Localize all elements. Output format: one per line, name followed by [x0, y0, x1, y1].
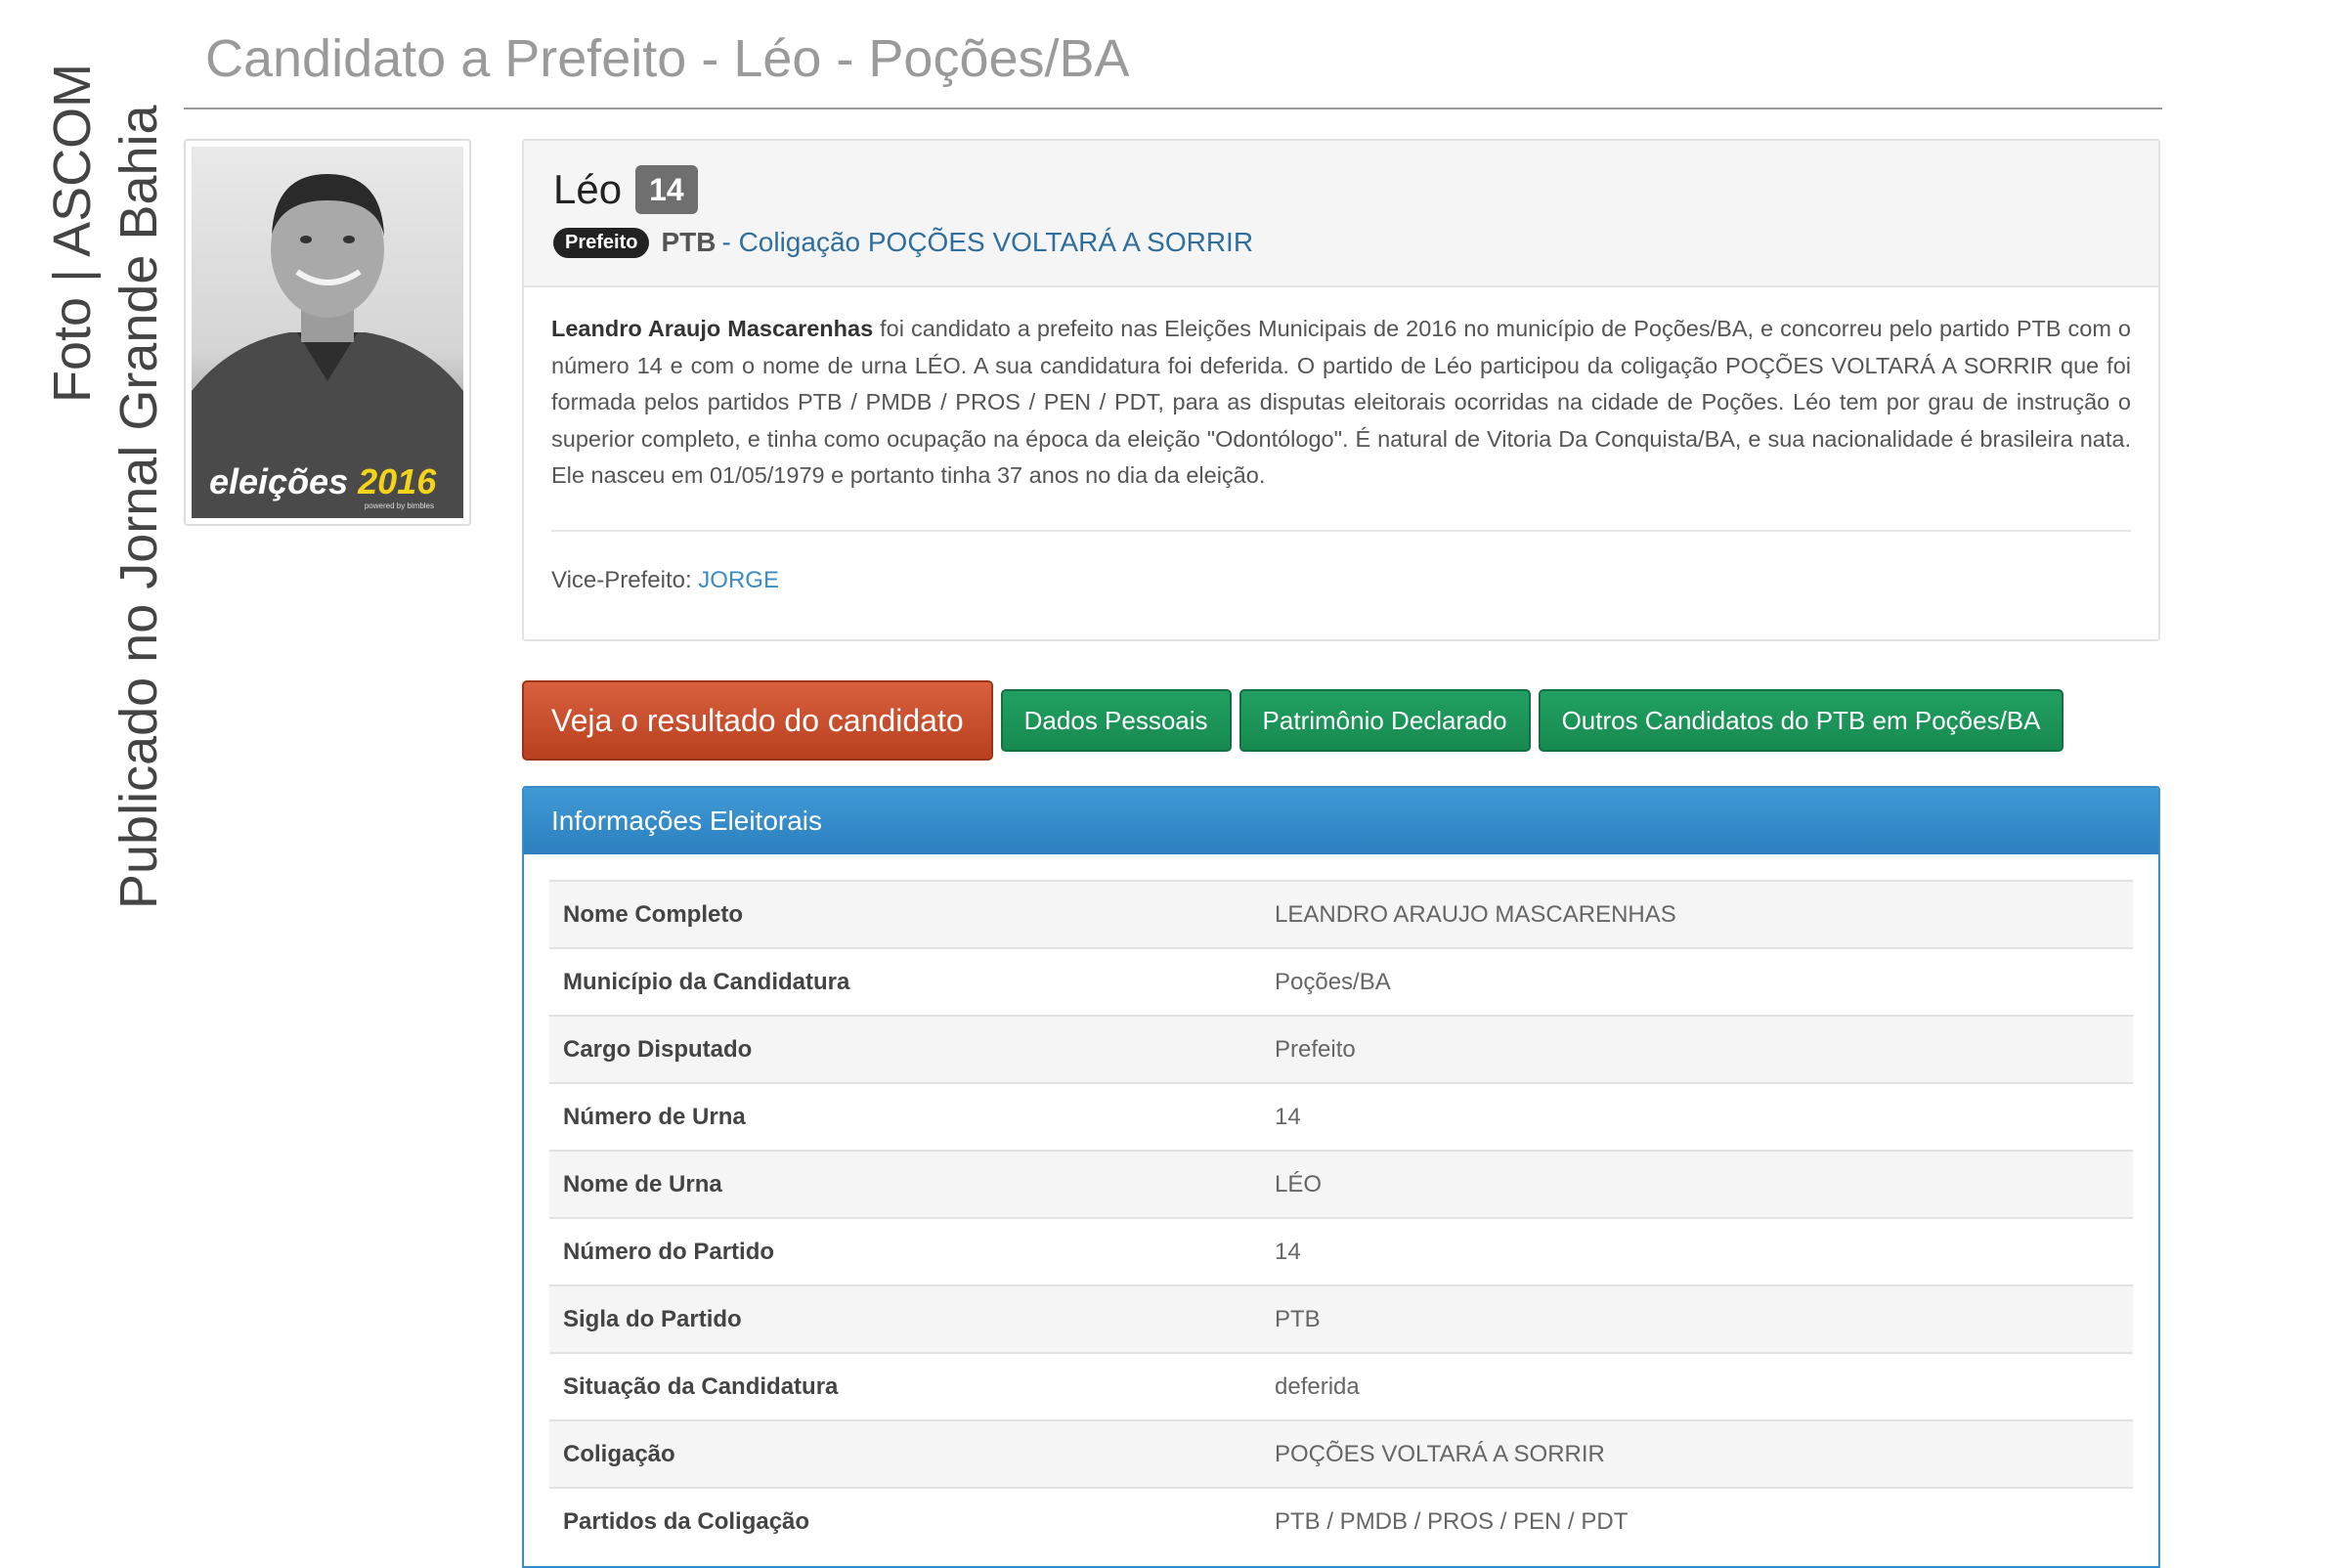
photo-credit-watermark: Foto | ASCOM Publicado no Jornal Grande … — [27, 29, 174, 909]
electoral-info-table: Nome Completo LEANDRO ARAUJO MASCARENHAS … — [549, 880, 2133, 1554]
photo-caption-sub: powered by bimbles — [364, 501, 434, 510]
table-row: Número de Urna 14 — [549, 1082, 2133, 1151]
candidate-name: Léo — [553, 166, 623, 212]
row-value: Prefeito — [1261, 1015, 2133, 1083]
vice-name-link[interactable]: JORGE — [698, 567, 779, 593]
profile-header: Léo 14 Prefeito PTB - Coligação POÇÕES V… — [524, 141, 2158, 287]
name-line: Léo 14 — [553, 162, 2129, 217]
row-value: LÉO — [1261, 1150, 2133, 1218]
row-label: Nome de Urna — [549, 1150, 1261, 1218]
bio-text: foi candidato a prefeito nas Eleições Mu… — [551, 316, 2131, 488]
table-row: Partidos da Coligação PTB / PMDB / PROS /… — [549, 1487, 2133, 1554]
row-label: Número do Partido — [549, 1217, 1261, 1285]
photo-caption: eleições 2016 — [209, 461, 436, 502]
table-row: Sigla do Partido PTB — [549, 1285, 2133, 1353]
watermark-line-2: Publicado no Jornal Grande Bahia — [109, 104, 168, 909]
row-value: PTB / PMDB / PROS / PEN / PDT — [1261, 1487, 2133, 1554]
bio-full-name: Leandro Araujo Mascarenhas — [551, 316, 874, 341]
party-line: Prefeito PTB - Coligação POÇÕES VOLTARÁ … — [553, 227, 2129, 258]
vice-mayor-line: Vice-Prefeito: JORGE — [551, 567, 2131, 594]
personal-data-button[interactable]: Dados Pessoais — [1000, 689, 1232, 752]
electoral-info-title: Informações Eleitorais — [524, 788, 2158, 854]
row-label: Situação da Candidatura — [549, 1352, 1261, 1420]
role-badge: Prefeito — [553, 227, 650, 258]
candidate-number-badge: 14 — [635, 165, 698, 214]
action-buttons: Veja o resultado do candidato Dados Pess… — [522, 680, 2071, 761]
divider — [551, 529, 2131, 532]
row-label: Cargo Disputado — [549, 1015, 1261, 1083]
row-value: 14 — [1261, 1217, 2133, 1285]
table-row: Cargo Disputado Prefeito — [549, 1015, 2133, 1083]
coalition-link[interactable]: - Coligação POÇÕES VOLTARÁ A SORRIR — [721, 227, 1253, 258]
watermark-line-1: Foto | ASCOM — [43, 64, 102, 403]
row-label: Número de Urna — [549, 1082, 1261, 1151]
candidate-photo-image: eleições 2016 powered by bimbles — [192, 147, 463, 518]
declared-assets-button[interactable]: Patrimônio Declarado — [1238, 689, 1531, 752]
view-result-button[interactable]: Veja o resultado do candidato — [522, 680, 993, 761]
row-label: Sigla do Partido — [549, 1285, 1261, 1353]
electoral-info-panel: Informações Eleitorais Nome Completo LEAN… — [522, 786, 2160, 1568]
row-label: Nome Completo — [549, 880, 1261, 948]
other-candidates-button[interactable]: Outros Candidatos do PTB em Poções/BA — [1538, 689, 2064, 752]
profile-card: Léo 14 Prefeito PTB - Coligação POÇÕES V… — [522, 139, 2160, 641]
page-title: Candidato a Prefeito - Léo - Poções/BA — [184, 0, 2162, 109]
table-row: Nome Completo LEANDRO ARAUJO MASCARENHAS — [549, 880, 2133, 948]
table-row: Coligação POÇÕES VOLTARÁ A SORRIR — [549, 1419, 2133, 1488]
table-row: Município da Candidatura Poções/BA — [549, 947, 2133, 1016]
row-value: 14 — [1261, 1082, 2133, 1151]
photo-caption-year: 2016 — [358, 461, 437, 501]
vice-label: Vice-Prefeito: — [551, 566, 699, 593]
row-value: LEANDRO ARAUJO MASCARENHAS — [1261, 880, 2133, 948]
table-row: Nome de Urna LÉO — [549, 1150, 2133, 1218]
row-label: Coligação — [549, 1419, 1261, 1488]
candidate-bio: Leandro Araujo Mascarenhas foi candidato… — [551, 311, 2131, 495]
row-value: PTB — [1261, 1285, 2133, 1353]
candidate-photo: eleições 2016 powered by bimbles — [184, 139, 471, 526]
row-label: Município da Candidatura — [549, 947, 1261, 1016]
row-value: Poções/BA — [1261, 947, 2133, 1016]
party-acronym: PTB — [661, 227, 717, 257]
row-value: POÇÕES VOLTARÁ A SORRIR — [1261, 1419, 2133, 1488]
candidate-page: Candidato a Prefeito - Léo - Poções/BA e… — [184, 0, 2162, 1568]
row-value: deferida — [1261, 1352, 2133, 1420]
photo-caption-word: eleições — [209, 461, 349, 501]
table-row: Número do Partido 14 — [549, 1217, 2133, 1285]
profile-body: Leandro Araujo Mascarenhas foi candidato… — [524, 287, 2158, 594]
row-label: Partidos da Coligação — [549, 1487, 1261, 1554]
table-row: Situação da Candidatura deferida — [549, 1352, 2133, 1420]
